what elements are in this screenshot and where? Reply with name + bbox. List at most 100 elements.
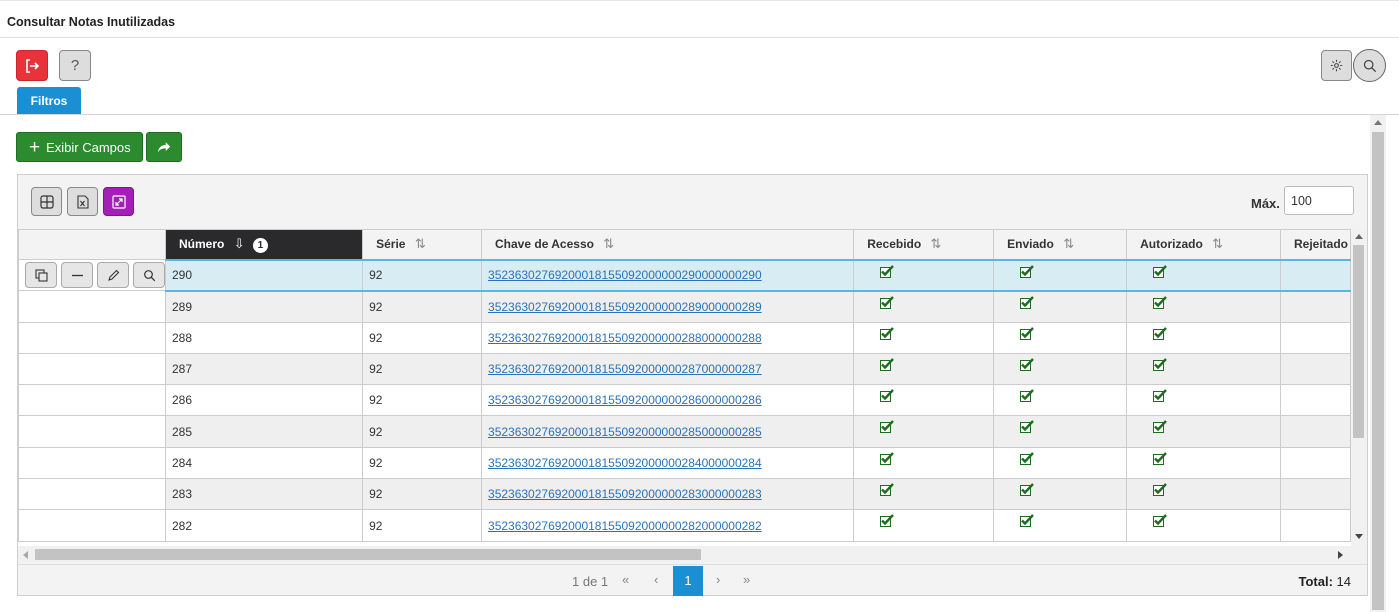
column-header-autorizado[interactable]: Autorizado ⇅ xyxy=(1126,229,1281,260)
view-row-button[interactable] xyxy=(133,262,165,289)
table-row[interactable]: 283 92 35236302769200018155092000000283000… xyxy=(18,478,1351,511)
table-row[interactable]: 282 92 35236302769200018155092000000282000… xyxy=(18,509,1351,542)
chave-acesso-link[interactable]: 3523630276920001815509200000029000000029… xyxy=(488,268,762,282)
chave-acesso-link[interactable]: 3523630276920001815509200000028200000028… xyxy=(488,519,762,533)
column-header-chave[interactable]: Chave de Acesso ⇅ xyxy=(481,229,855,260)
chave-acesso-link[interactable]: 3523630276920001815509200000028700000028… xyxy=(488,362,762,376)
cell-enviado xyxy=(993,478,1128,511)
global-search-button[interactable] xyxy=(1353,49,1386,82)
scroll-up-arrow-icon[interactable] xyxy=(1374,120,1382,125)
total-value: 14 xyxy=(1336,574,1351,589)
expand-grid-button[interactable] xyxy=(103,187,134,216)
cell-autorizado xyxy=(1126,321,1281,354)
table-row[interactable]: 284 92 35236302769200018155092000000284000… xyxy=(18,446,1351,480)
cell-rejeitado xyxy=(1279,446,1351,480)
minus-icon xyxy=(71,274,83,276)
cell-numero: 290 xyxy=(164,258,364,292)
column-header-serie[interactable]: Série ⇅ xyxy=(362,229,483,260)
cell-serie: 92 xyxy=(362,478,483,511)
cell-rejeitado xyxy=(1279,415,1351,448)
cell-chave: 3523630276920001815509200000028300000028… xyxy=(481,478,855,511)
total-label: Total: xyxy=(1298,574,1333,589)
results-table: Número ⇩ 1 Série ⇅ Chave de Acesso ⇅ Rec… xyxy=(18,229,1351,542)
cell-chave: 3523630276920001815509200000028400000028… xyxy=(481,446,855,480)
pagination-bar: 1 de 1 « ‹ 1 › » Total: 14 xyxy=(18,564,1367,596)
table-row[interactable]: 288 92 35236302769200018155092000000288000… xyxy=(18,321,1351,354)
exibir-campos-button[interactable]: + Exibir Campos xyxy=(16,132,143,162)
remove-row-button[interactable] xyxy=(61,262,93,289)
cell-autorizado xyxy=(1126,478,1281,511)
prev-page-button[interactable]: ‹ xyxy=(654,572,658,587)
current-page-button[interactable]: 1 xyxy=(673,566,703,596)
next-page-button[interactable]: › xyxy=(716,572,720,587)
chave-acesso-link[interactable]: 3523630276920001815509200000028600000028… xyxy=(488,393,762,407)
export-excel-button[interactable] xyxy=(67,187,98,216)
column-header-enviado[interactable]: Enviado ⇅ xyxy=(993,229,1128,260)
grid-icon xyxy=(39,194,54,209)
checkbox-checked-icon xyxy=(1020,420,1035,436)
table-row[interactable]: 290 92 35236302769200018155092000000290000… xyxy=(18,258,1351,292)
max-rows-input[interactable] xyxy=(1284,186,1354,215)
chave-acesso-link[interactable]: 3523630276920001815509200000028900000028… xyxy=(488,300,762,314)
edit-row-button[interactable] xyxy=(97,262,129,289)
checkbox-checked-icon xyxy=(1020,358,1035,374)
help-button[interactable]: ? xyxy=(59,50,91,81)
column-label: Chave de Acesso xyxy=(495,237,594,252)
table-row[interactable]: 285 92 35236302769200018155092000000285000… xyxy=(18,415,1351,448)
checkbox-checked-icon xyxy=(880,514,895,530)
column-header-rejeitado[interactable]: Rejeitado xyxy=(1279,229,1351,260)
checkbox-checked-icon xyxy=(1153,326,1167,343)
checkbox-checked-icon xyxy=(1020,295,1035,312)
sort-icon: ⇅ xyxy=(1212,236,1224,252)
page-scrollbar[interactable] xyxy=(1370,115,1386,612)
checkbox-checked-icon xyxy=(880,358,895,374)
column-header-recebido[interactable]: Recebido ⇅ xyxy=(853,229,995,260)
grid-layout-button[interactable] xyxy=(31,187,62,216)
row-actions-cell xyxy=(18,258,166,292)
table-vertical-scrollbar[interactable] xyxy=(1351,229,1367,546)
row-actions-cell xyxy=(18,478,166,511)
checkbox-checked-icon xyxy=(880,326,895,343)
cell-rejeitado xyxy=(1279,290,1351,323)
page-scrollbar-thumb[interactable] xyxy=(1372,132,1384,610)
cell-numero: 287 xyxy=(164,352,364,386)
checkbox-checked-icon xyxy=(1153,295,1167,312)
table-row[interactable]: 286 92 35236302769200018155092000000286000… xyxy=(18,384,1351,417)
checkbox-checked-icon xyxy=(1153,389,1167,405)
scroll-left-icon[interactable] xyxy=(23,551,28,559)
last-page-button[interactable]: » xyxy=(743,572,750,587)
chave-acesso-link[interactable]: 3523630276920001815509200000028400000028… xyxy=(488,456,762,470)
chave-acesso-link[interactable]: 3523630276920001815509200000028800000028… xyxy=(488,331,762,345)
exibir-campos-label: Exibir Campos xyxy=(46,139,131,155)
first-page-button[interactable]: « xyxy=(622,572,629,587)
checkbox-checked-icon xyxy=(880,451,895,468)
scroll-down-icon[interactable] xyxy=(1355,534,1363,539)
cell-numero: 289 xyxy=(164,290,364,323)
sort-icon: ⇅ xyxy=(1063,236,1075,252)
pencil-icon xyxy=(107,269,119,281)
chave-acesso-link[interactable]: 3523630276920001815509200000028500000028… xyxy=(488,425,762,439)
column-label: Enviado xyxy=(1007,237,1054,252)
cell-serie: 92 xyxy=(362,384,483,417)
duplicate-row-button[interactable] xyxy=(25,262,57,289)
cell-autorizado xyxy=(1126,415,1281,448)
exit-button[interactable] xyxy=(16,50,48,81)
settings-button[interactable] xyxy=(1321,50,1352,81)
share-button[interactable] xyxy=(146,132,182,162)
chave-acesso-link[interactable]: 3523630276920001815509200000028300000028… xyxy=(488,487,762,501)
checkbox-checked-icon xyxy=(1020,451,1035,468)
scroll-up-icon[interactable] xyxy=(1355,234,1363,239)
horizontal-scrollbar-thumb[interactable] xyxy=(35,549,701,560)
column-header-numero[interactable]: Número ⇩ 1 xyxy=(164,229,364,260)
checkbox-checked-icon xyxy=(1153,358,1167,374)
cell-enviado xyxy=(993,290,1128,323)
sort-desc-icon: ⇩ xyxy=(233,235,245,251)
tab-filtros[interactable]: Filtros xyxy=(17,87,81,114)
table-horizontal-scrollbar[interactable] xyxy=(18,546,1367,563)
table-scrollbar-thumb[interactable] xyxy=(1353,245,1364,438)
row-actions-cell xyxy=(18,321,166,354)
checkbox-checked-icon xyxy=(1020,389,1035,405)
scroll-right-icon[interactable] xyxy=(1338,551,1343,559)
table-row[interactable]: 287 92 35236302769200018155092000000287000… xyxy=(18,352,1351,386)
table-row[interactable]: 289 92 35236302769200018155092000000289000… xyxy=(18,290,1351,323)
